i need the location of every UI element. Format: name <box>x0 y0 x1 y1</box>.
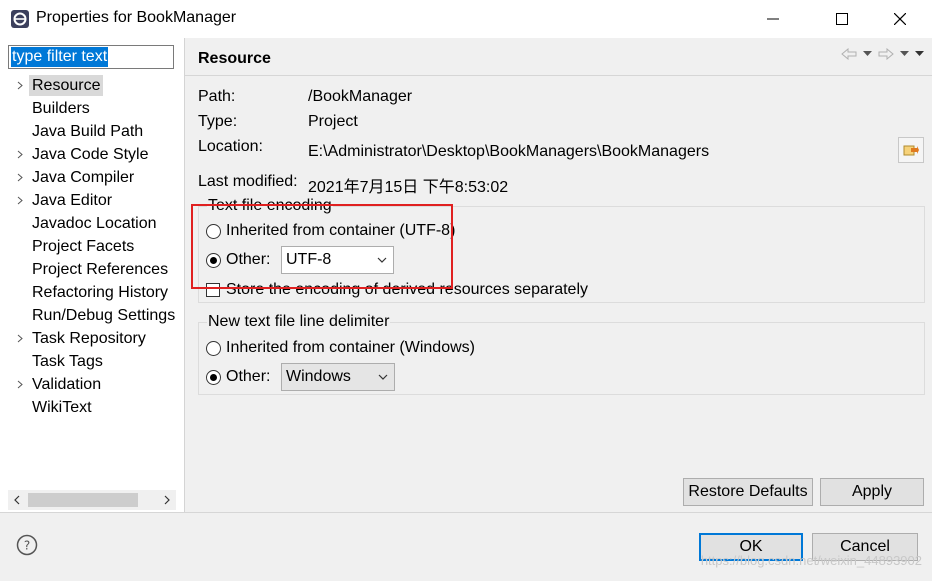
location-value: E:\Administrator\Desktop\BookManagers\Bo… <box>308 143 710 160</box>
expand-arrow-icon[interactable] <box>15 189 25 212</box>
view-menu-icon[interactable] <box>915 51 924 57</box>
page-title: Resource <box>198 50 271 67</box>
tree-item-refactoring-history[interactable]: Refactoring History <box>0 281 184 304</box>
expand-arrow-icon[interactable] <box>15 166 25 189</box>
tree-item-project-facets[interactable]: Project Facets <box>0 235 184 258</box>
annotation-highlight-box <box>191 204 453 289</box>
last-modified-value: 2021年7月15日 下午8:53:02 <box>308 179 509 196</box>
forward-arrow-icon[interactable] <box>878 48 894 60</box>
tree-item-label: Task Tags <box>32 353 103 370</box>
path-label: Path: <box>198 88 236 105</box>
tree-item-label: Resource <box>29 75 104 96</box>
open-folder-icon <box>903 145 919 156</box>
delimiter-inherited-option[interactable]: Inherited from container (Windows) <box>206 336 475 360</box>
delimiter-inherited-label: Inherited from container (Windows) <box>226 339 475 356</box>
restore-defaults-button[interactable]: Restore Defaults <box>683 478 813 506</box>
filter-input[interactable]: type filter text <box>8 45 174 69</box>
back-arrow-icon[interactable] <box>841 48 857 60</box>
svg-text:?: ? <box>24 539 30 553</box>
path-value: /BookManager <box>308 88 413 105</box>
back-dropdown-icon[interactable] <box>863 51 872 57</box>
chevron-down-icon <box>378 364 388 390</box>
page-header: Resource <box>185 38 932 76</box>
expand-arrow-icon[interactable] <box>15 373 25 396</box>
delimiter-inherited-radio[interactable] <box>206 340 221 356</box>
tree-item-label: Refactoring History <box>32 284 169 301</box>
tree-item-label: Java Compiler <box>32 169 135 186</box>
tree-item-label: Validation <box>32 376 102 393</box>
tree-item-task-repository[interactable]: Task Repository <box>0 327 184 350</box>
horizontal-scrollbar[interactable] <box>8 490 176 510</box>
maximize-icon <box>836 13 848 25</box>
delimiter-other-label: Other: <box>226 368 271 385</box>
tree-item-label: Javadoc Location <box>32 215 157 232</box>
group-title: New text file line delimiter <box>207 313 391 331</box>
dialog-button-bar: ? OK Cancel https://blog.csdn.net/weixin… <box>0 512 932 581</box>
show-in-system-explorer-button[interactable] <box>898 137 924 163</box>
tree-item-java-build-path[interactable]: Java Build Path <box>0 120 184 143</box>
delimiter-other-radio[interactable] <box>206 369 221 385</box>
navigation-controls <box>841 48 924 60</box>
tree-item-label: WikiText <box>32 399 92 416</box>
window-title: Properties for BookManager <box>36 9 237 26</box>
minimize-icon <box>767 18 779 20</box>
apply-button[interactable]: Apply <box>820 478 924 506</box>
expand-arrow-icon[interactable] <box>15 74 25 97</box>
tree-item-label: Java Editor <box>32 192 113 209</box>
type-label: Type: <box>198 113 238 130</box>
tree-item-label: Java Build Path <box>32 123 144 140</box>
tree-item-resource[interactable]: Resource <box>0 74 184 97</box>
line-delimiter-group: New text file line delimiter Inherited f… <box>198 313 925 395</box>
tree-item-label: Project References <box>32 261 169 278</box>
close-icon <box>894 13 906 25</box>
title-bar: Properties for BookManager <box>0 0 932 38</box>
filter-input-text: type filter text <box>11 47 109 67</box>
tree-item-javadoc-location[interactable]: Javadoc Location <box>0 212 184 235</box>
watermark-text: https://blog.csdn.net/weixin_44893902 <box>700 553 922 568</box>
eclipse-app-icon <box>10 9 30 29</box>
forward-dropdown-icon[interactable] <box>900 51 909 57</box>
scrollbar-thumb[interactable] <box>28 493 138 507</box>
tree-item-label: Project Facets <box>32 238 135 255</box>
left-navigation-pane: type filter text Resource Builders Java … <box>0 38 184 512</box>
tree-item-label: Java Code Style <box>32 146 149 163</box>
tree-item-label: Run/Debug Settings <box>32 307 176 324</box>
tree-item-project-references[interactable]: Project References <box>0 258 184 281</box>
tree-item-label: Builders <box>32 100 90 117</box>
minimize-button[interactable] <box>750 0 796 38</box>
last-modified-label: Last modified: <box>198 173 298 190</box>
delimiter-other-option[interactable]: Other: <box>206 365 270 389</box>
tree-item-builders[interactable]: Builders <box>0 97 184 120</box>
expand-arrow-icon[interactable] <box>15 327 25 350</box>
tree-item-validation[interactable]: Validation <box>0 373 184 396</box>
delimiter-select-value: Windows <box>286 368 351 385</box>
scroll-left-icon[interactable] <box>8 490 26 510</box>
delimiter-select[interactable]: Windows <box>281 363 395 391</box>
help-icon[interactable]: ? <box>16 534 38 556</box>
tree-item-label: Task Repository <box>32 330 146 347</box>
location-label: Location: <box>198 138 263 155</box>
property-page-tree: Resource Builders Java Build Path Java C… <box>0 74 184 419</box>
tree-item-java-compiler[interactable]: Java Compiler <box>0 166 184 189</box>
tree-item-wikitext[interactable]: WikiText <box>0 396 184 419</box>
scroll-right-icon[interactable] <box>158 490 176 510</box>
type-value: Project <box>308 113 358 130</box>
tree-item-java-editor[interactable]: Java Editor <box>0 189 184 212</box>
tree-item-task-tags[interactable]: Task Tags <box>0 350 184 373</box>
maximize-button[interactable] <box>819 0 865 38</box>
expand-arrow-icon[interactable] <box>15 143 25 166</box>
tree-item-java-code-style[interactable]: Java Code Style <box>0 143 184 166</box>
close-button[interactable] <box>877 0 923 38</box>
tree-item-run-debug-settings[interactable]: Run/Debug Settings <box>0 304 184 327</box>
